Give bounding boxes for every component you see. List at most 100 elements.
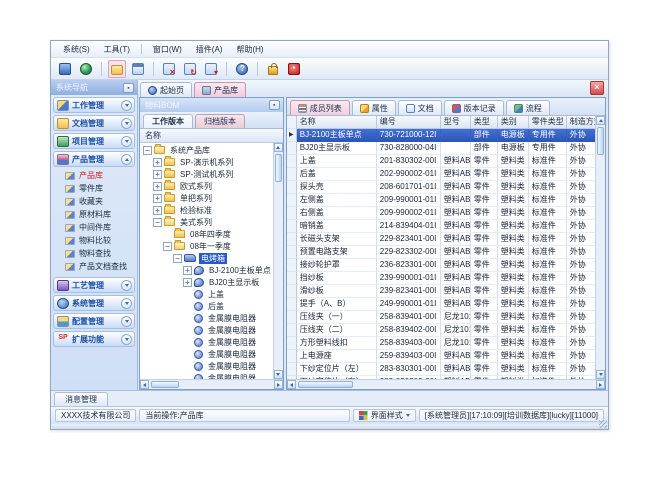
- table-row[interactable]: ▶BJ-2100主板单点730-721000-12I部件电源板专用件外协颗: [287, 129, 595, 142]
- tab-documents[interactable]: 文档: [398, 100, 442, 115]
- sidebar-group-header-0[interactable]: 工作管理: [53, 97, 135, 113]
- scroll-left-icon[interactable]: [287, 380, 296, 389]
- collapse-icon[interactable]: −: [173, 254, 182, 263]
- tree-node[interactable]: 后盖: [140, 300, 273, 312]
- menu-item-1[interactable]: 工具(T): [98, 43, 136, 56]
- sidebar-item-3[interactable]: 原材料库: [59, 208, 135, 221]
- tree-node[interactable]: 金属膜电阻器: [140, 372, 273, 379]
- sidebar-item-0[interactable]: 产品库: [59, 169, 135, 182]
- table-row[interactable]: 方形塑料线扣258-839403-00I尼龙1010零件塑料类标准件外协条: [287, 337, 595, 350]
- bom-tab-0[interactable]: 工作版本: [143, 114, 193, 128]
- scroll-up-icon[interactable]: [596, 116, 605, 125]
- expand-icon[interactable]: +: [183, 278, 192, 287]
- doc-tab-product-library[interactable]: 产品库: [194, 82, 246, 97]
- tree-vertical-scrollbar[interactable]: [273, 143, 283, 379]
- table-row[interactable]: 上电源座259-839403-00I塑料ABS零件塑料类标准件外协条: [287, 350, 595, 363]
- tree-node[interactable]: 金属膜电阻器: [140, 360, 273, 372]
- pin-icon[interactable]: ▪: [269, 100, 280, 110]
- column-header-3[interactable]: 类型: [471, 116, 498, 129]
- sidebar-item-1[interactable]: 零件库: [59, 182, 135, 195]
- sidebar-group-header-7[interactable]: SP扩展功能: [53, 331, 135, 347]
- column-header-4[interactable]: 类别: [498, 116, 529, 129]
- window-button[interactable]: [129, 60, 147, 78]
- lock-button[interactable]: [264, 60, 282, 78]
- tree-node[interactable]: 上盖: [140, 288, 273, 300]
- tree-node[interactable]: 金属膜电阻器: [140, 348, 273, 360]
- tree-node[interactable]: 金属膜电阻器: [140, 312, 273, 324]
- help-button[interactable]: [233, 60, 251, 78]
- column-header-2[interactable]: 型号: [441, 116, 471, 129]
- chevron-down-icon[interactable]: [121, 298, 132, 309]
- sidebar-group-header-6[interactable]: 配置管理: [53, 313, 135, 329]
- expand-icon[interactable]: +: [153, 182, 162, 191]
- table-row[interactable]: 提手（A、B）249-990001-01I塑料ABS零件塑料类标准件外协条: [287, 298, 595, 311]
- tree-node[interactable]: 08年四季度: [140, 228, 273, 240]
- tab-version-history[interactable]: 版本记录: [444, 100, 504, 115]
- collapse-icon[interactable]: −: [153, 218, 162, 227]
- menu-item-0[interactable]: 系统(S): [57, 43, 96, 56]
- tree-node[interactable]: +欧式系列: [140, 180, 273, 192]
- tab-member-list[interactable]: 成员列表: [290, 100, 350, 115]
- scroll-thumb[interactable]: [298, 381, 353, 388]
- tree-node[interactable]: −电烤箱: [140, 252, 273, 264]
- close-window-button[interactable]: [160, 60, 178, 78]
- expand-icon[interactable]: +: [153, 206, 162, 215]
- sidebar-item-7[interactable]: 产品文档查找: [59, 260, 135, 273]
- column-header-1[interactable]: 编号: [377, 116, 441, 129]
- doc-tab-start-page[interactable]: 起始页: [140, 82, 192, 97]
- desktop-button[interactable]: [56, 60, 74, 78]
- tree-column-header[interactable]: 名称: [140, 129, 283, 143]
- table-row[interactable]: 暗销盖214-839404-01I塑料ABS零件塑料类标准件外协条: [287, 220, 595, 233]
- tree-node[interactable]: +BJ-2100主板单点: [140, 264, 273, 276]
- bom-tab-1[interactable]: 归档版本: [195, 114, 245, 128]
- table-row[interactable]: 接纱轮护罩236-823301-00I塑料ABS零件塑料类标准件外协条: [287, 259, 595, 272]
- chevron-down-icon[interactable]: [121, 100, 132, 111]
- table-row[interactable]: 挡纱板239-990001-01I塑料ABS零件塑料类标准件外协条: [287, 272, 595, 285]
- table-row[interactable]: BJ20主显示板730-828000-04I部件电源板专用件外协颗: [287, 142, 595, 155]
- menu-item-3[interactable]: 插件(A): [190, 43, 229, 56]
- table-row[interactable]: 下纱定位片（右）283-830302-00I塑料ABS零件塑料类标准件外协条: [287, 376, 595, 379]
- tree-horizontal-scrollbar[interactable]: [140, 379, 283, 389]
- scroll-thumb[interactable]: [151, 381, 179, 388]
- tree-node[interactable]: 金属膜电阻器: [140, 336, 273, 348]
- scroll-right-icon[interactable]: [596, 380, 605, 389]
- table-horizontal-scrollbar[interactable]: [287, 379, 605, 389]
- expand-icon[interactable]: +: [153, 170, 162, 179]
- sidebar-item-4[interactable]: 中间件库: [59, 221, 135, 234]
- expand-icon[interactable]: +: [153, 194, 162, 203]
- table-row[interactable]: 后盖202-990002-01I塑料ABS零件塑料类标准件外协条: [287, 168, 595, 181]
- scroll-right-icon[interactable]: [274, 380, 283, 389]
- expand-icon[interactable]: +: [183, 266, 192, 275]
- refresh-window-button[interactable]: [202, 60, 220, 78]
- tree-node[interactable]: 金属膜电阻器: [140, 324, 273, 336]
- resize-grip-icon[interactable]: [599, 420, 607, 428]
- tab-message-management[interactable]: 消息管理: [54, 392, 108, 406]
- menu-item-2[interactable]: 窗口(W): [147, 43, 188, 56]
- sidebar-group-header-5[interactable]: 系统管理: [53, 295, 135, 311]
- folder-button[interactable]: [108, 60, 126, 78]
- collapse-icon[interactable]: −: [163, 242, 172, 251]
- exit-button[interactable]: [285, 60, 303, 78]
- pin-icon[interactable]: ▪: [123, 83, 134, 93]
- tree-node[interactable]: −系统产品库: [140, 144, 273, 156]
- table-row[interactable]: 压线夹（二）258-839402-00I尼龙1010零件塑料类标准件外协条: [287, 324, 595, 337]
- scroll-up-icon[interactable]: [274, 143, 283, 152]
- table-row[interactable]: 滑纱板239-823401-00I塑料ABS零件塑料类标准件外协条: [287, 285, 595, 298]
- chevron-down-icon[interactable]: [121, 136, 132, 147]
- tree-node[interactable]: +单把系列: [140, 192, 273, 204]
- globe-button[interactable]: [77, 60, 95, 78]
- tree-node[interactable]: +SP-演示机系列: [140, 156, 273, 168]
- column-header-5[interactable]: 零件类型: [529, 116, 567, 129]
- table-row[interactable]: 上盖201-830302-00I塑料ABS零件塑料类标准件外协条: [287, 155, 595, 168]
- menu-item-4[interactable]: 帮助(H): [230, 43, 269, 56]
- sidebar-item-6[interactable]: 物料查找: [59, 247, 135, 260]
- chevron-down-icon[interactable]: [121, 280, 132, 291]
- table-row[interactable]: 压线夹（一）258-839401-00I尼龙1010零件塑料类标准件外协条: [287, 311, 595, 324]
- chevron-up-icon[interactable]: [121, 154, 132, 165]
- sidebar-group-header-4[interactable]: 工艺管理: [53, 277, 135, 293]
- sidebar-item-5[interactable]: 物料比较: [59, 234, 135, 247]
- chevron-down-icon[interactable]: [121, 334, 132, 345]
- tree-node[interactable]: +BJ20主显示板: [140, 276, 273, 288]
- scroll-left-icon[interactable]: [140, 380, 149, 389]
- scroll-thumb[interactable]: [275, 154, 282, 182]
